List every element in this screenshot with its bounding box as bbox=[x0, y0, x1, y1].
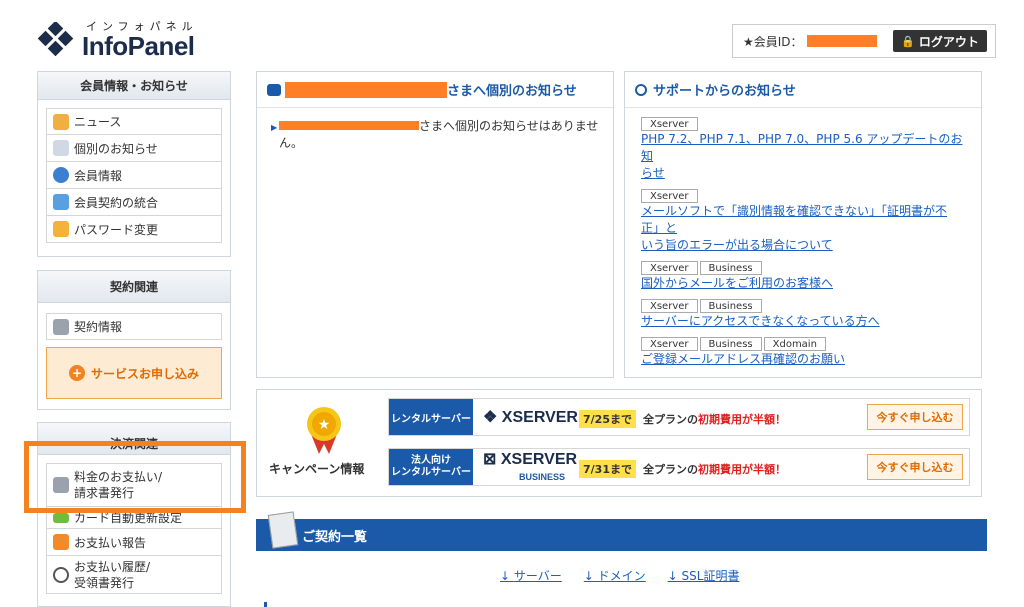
campaign-category: レンタルサーバー bbox=[389, 399, 473, 435]
notice-icon bbox=[53, 140, 69, 156]
support-item: Xserver Business Xdomain ご登録メールアドレス再確認のお願い bbox=[641, 336, 965, 368]
name-redaction bbox=[285, 81, 447, 98]
logo-diamond-icon bbox=[37, 22, 74, 56]
campaign-deadline: 7/31まで bbox=[579, 460, 636, 478]
sidebar-item-payment-report[interactable]: お支払い報告 bbox=[46, 529, 222, 556]
sidebar-contract-section: 契約関連 契約情報 + サービスお申し込み bbox=[37, 270, 231, 410]
contract-list-title: ご契約一覧 bbox=[302, 529, 368, 545]
tag-xserver: Xserver bbox=[641, 299, 698, 313]
support-link[interactable]: サーバーにアクセスできなくなっている方へ bbox=[641, 314, 880, 328]
sidebar-item-merge-contract[interactable]: 会員契約の統合 bbox=[46, 189, 222, 216]
highlight-annotation bbox=[24, 441, 246, 513]
sidebar-contract-title: 契約関連 bbox=[38, 271, 230, 303]
bullet-icon: ▶ bbox=[271, 123, 278, 132]
support-item: Xserver PHP 7.2、PHP 7.1、PHP 7.0、PHP 5.6 … bbox=[641, 116, 965, 182]
tag-xserver: Xserver bbox=[641, 337, 698, 351]
tab-domain[interactable]: ↓ ドメイン bbox=[584, 568, 646, 585]
personal-notice-header: さまへ個別のお知らせ bbox=[257, 72, 613, 108]
logo-word: InfoPanel bbox=[82, 31, 195, 61]
campaign-row[interactable]: レンタルサーバー ❖ XSERVER 7/25まで 全プランの初期費用が半額！ … bbox=[388, 398, 970, 436]
personal-notice-body: ▶ さまへ個別のお知らせはありませ ん。 bbox=[271, 119, 599, 150]
support-notice-box: サポートからのお知らせ Xserver PHP 7.2、PHP 7.1、PHP … bbox=[624, 71, 982, 378]
campaign-text: 全プランの初期費用が半額！ bbox=[643, 413, 786, 426]
support-link[interactable]: ご登録メールアドレス再確認のお願い bbox=[641, 352, 845, 366]
tab-ssl[interactable]: ↓ SSL証明書 bbox=[668, 568, 740, 585]
support-notice-list: Xserver PHP 7.2、PHP 7.1、PHP 7.0、PHP 5.6 … bbox=[625, 108, 981, 368]
apply-now-button[interactable]: 今すぐ申し込む bbox=[867, 454, 963, 480]
support-link[interactable]: 国外からメールをご利用のお客様へ bbox=[641, 276, 833, 290]
support-notice-title: サポートからのお知らせ bbox=[653, 84, 796, 99]
support-notice-header: サポートからのお知らせ bbox=[625, 72, 981, 108]
news-icon bbox=[53, 113, 69, 130]
xserver-brand: ❖ XSERVER bbox=[483, 409, 578, 426]
tag-business: Business bbox=[699, 299, 762, 313]
contract-list-header: ご契約一覧 bbox=[256, 511, 987, 551]
support-link[interactable]: メールソフトで「識別情報を確認できない」「証明書が不正」と いう旨のエラーが出る場… bbox=[641, 204, 947, 252]
member-id-label: ★会員ID： bbox=[743, 34, 803, 49]
apply-now-button[interactable]: 今すぐ申し込む bbox=[867, 404, 963, 430]
infopanel-logo[interactable]: インフォパネル InfoPanel bbox=[36, 18, 226, 62]
section-marker bbox=[264, 602, 267, 607]
sidebar-item-notices[interactable]: 個別のお知らせ bbox=[46, 135, 222, 162]
body-name-redaction bbox=[279, 121, 419, 130]
sidebar-item-contract-info[interactable]: 契約情報 bbox=[46, 313, 222, 340]
campaign-deadline: 7/25まで bbox=[579, 410, 636, 428]
lock-icon bbox=[53, 221, 69, 237]
tag-xserver: Xserver bbox=[641, 189, 698, 203]
tag-business: Business bbox=[699, 261, 762, 275]
sidebar-item-password[interactable]: パスワード変更 bbox=[46, 216, 222, 243]
card-icon bbox=[53, 512, 69, 523]
tag-business: Business bbox=[699, 337, 762, 351]
sidebar-member-title: 会員情報・お知らせ bbox=[38, 72, 230, 100]
report-icon bbox=[53, 534, 69, 550]
plus-icon: + bbox=[68, 365, 85, 381]
medal-icon: ★ bbox=[297, 400, 351, 456]
service-apply-button[interactable]: + サービスお申し込み bbox=[46, 347, 222, 399]
campaign-box: ★ キャンペーン情報 レンタルサーバー ❖ XSERVER 7/25まで 全プラ… bbox=[256, 389, 982, 497]
svg-text:★: ★ bbox=[318, 417, 331, 433]
sidebar-item-member-info[interactable]: 会員情報 bbox=[46, 162, 222, 189]
document-icon bbox=[267, 511, 299, 549]
contract-tabs: ↓ サーバー ↓ ドメイン ↓ SSL証明書 bbox=[500, 568, 739, 585]
lock-icon: 🔒 bbox=[901, 34, 915, 48]
sidebar-item-news[interactable]: ニュース bbox=[46, 108, 222, 135]
member-id-redaction bbox=[806, 35, 877, 47]
campaign-text: 全プランの初期費用が半額！ bbox=[643, 463, 786, 476]
support-link[interactable]: PHP 7.2、PHP 7.1、PHP 7.0、PHP 5.6 アップデートのお… bbox=[641, 132, 962, 180]
xserver-business-brand: ⊠ XSERVER BUSINESS bbox=[483, 451, 578, 483]
contract-icon bbox=[53, 318, 69, 335]
campaign-row[interactable]: 法人向け レンタルサーバー ⊠ XSERVER BUSINESS 7/31まで 全プ… bbox=[388, 448, 970, 486]
tag-xserver: Xserver bbox=[641, 261, 698, 275]
support-icon bbox=[635, 83, 647, 96]
logout-label: ログアウト bbox=[918, 34, 979, 49]
tag-xserver: Xserver bbox=[641, 117, 698, 131]
personal-notice-box: さまへ個別のお知らせ ▶ さまへ個別のお知らせはありませ ん。 bbox=[256, 71, 614, 378]
support-item: Xserver Business 国外からメールをご利用のお客様へ bbox=[641, 260, 965, 292]
member-bar: ★会員ID： 🔒 ログアウト bbox=[732, 24, 996, 58]
support-item: Xserver メールソフトで「識別情報を確認できない」「証明書が不正」と いう旨… bbox=[641, 188, 965, 254]
chat-icon bbox=[267, 83, 281, 96]
campaign-label: キャンペーン情報 bbox=[269, 462, 365, 476]
logout-button[interactable]: 🔒 ログアウト bbox=[893, 30, 987, 52]
tag-xdomain: Xdomain bbox=[763, 337, 826, 351]
sidebar-member-section: 会員情報・お知らせ ニュース 個別のお知らせ 会員情報 会員契約の統合 パスワー… bbox=[37, 71, 231, 257]
campaign-category: 法人向け レンタルサーバー bbox=[389, 449, 473, 485]
personal-notice-title: さまへ個別のお知らせ bbox=[447, 84, 577, 99]
tab-server[interactable]: ↓ サーバー bbox=[500, 568, 562, 585]
support-item: Xserver Business サーバーにアクセスできなくなっている方へ bbox=[641, 298, 965, 330]
merge-icon bbox=[53, 194, 69, 210]
clock-icon bbox=[53, 566, 69, 583]
sidebar-item-payment-history[interactable]: お支払い履歴/受領書発行 bbox=[46, 556, 222, 594]
person-icon bbox=[53, 167, 69, 183]
